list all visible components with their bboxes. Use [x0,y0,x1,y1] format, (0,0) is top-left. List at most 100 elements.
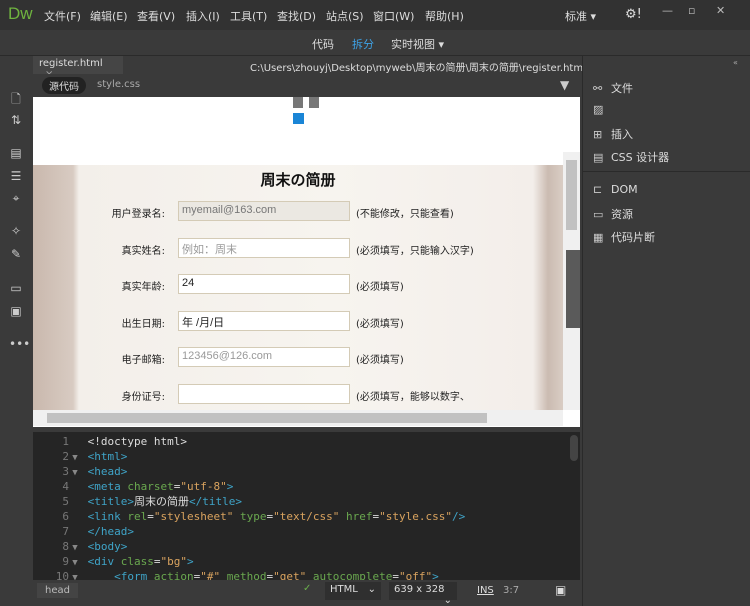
code-line[interactable]: 4 <meta charset="utf-8"> [33,479,580,494]
code-token: <meta [87,480,128,493]
view-split-button[interactable]: 拆分 [352,36,374,52]
live-view-label: 实时视图 [391,38,435,51]
maximize-icon[interactable]: ▫ [688,4,695,17]
check-icon: ✓ [303,583,312,594]
brush-icon[interactable]: ✎ [9,247,23,261]
tag-selector[interactable]: head [37,583,78,598]
style-css-button[interactable]: style.css [97,79,140,90]
menu-item[interactable]: 窗口(W) [373,8,414,24]
code-token: "get" [273,570,307,580]
code-editor[interactable]: 1 <!doctype html> 2 ▼ <html> 3 ▼ <head> 4 <me… [33,432,580,580]
image-icon: ▨ [593,103,604,116]
code-line[interactable]: 1 <!doctype html> [33,434,580,449]
panel-label: CSS 设计器 [611,151,670,164]
comment-icon[interactable]: ▭ [9,281,23,295]
preview-icon[interactable]: ▣ [555,583,566,597]
code-token: <html> [87,450,128,463]
form-input[interactable]: 年 /月/日 [178,310,350,331]
resize-handle[interactable] [293,97,303,108]
snippet-icon: ▦ [593,231,604,244]
code-token: > [432,570,439,580]
more-icon[interactable]: ••• [9,337,30,351]
code-line[interactable]: 3 ▼ <head> [33,464,580,479]
selection-marker [293,113,304,124]
scroll-thumb[interactable] [47,413,487,423]
code-line[interactable]: 8 ▼ <body> [33,539,580,554]
scroll-thumb[interactable] [566,160,577,230]
line-number: 7 [62,525,69,538]
menu-item[interactable]: 编辑(E) [90,8,128,24]
menu-item[interactable]: 查看(V) [137,8,175,24]
source-code-button[interactable]: 源代码 [42,77,86,94]
form-input[interactable]: 123456@126.com [178,347,350,367]
menu-item[interactable]: 站点(S) [326,8,364,24]
indent-icon[interactable]: ☰ [9,169,23,183]
view-live-button[interactable]: 实时视图 ▾ [391,36,444,52]
sort-icon[interactable]: ⇅ [9,113,23,127]
close-icon[interactable]: ✕ [716,4,725,17]
menu-item[interactable]: 工具(T) [230,8,267,24]
panel-label: DOM [611,183,638,196]
settings-doc-icon[interactable]: ▣ [9,304,23,318]
view-code-button[interactable]: 代码 [312,36,334,52]
file-icon[interactable]: 🗋 [9,90,23,106]
panel-files[interactable]: ⚯ 文件 [593,80,633,96]
code-token: <div [87,555,121,568]
workspace-switcher[interactable]: 标准 ▾ [565,8,596,24]
inspect-icon[interactable]: ▤ [9,146,23,160]
form-input[interactable]: 24 [178,274,350,294]
code-line[interactable]: 6 <link rel="stylesheet" type="text/css"… [33,509,580,524]
size-select[interactable]: 639 x 328 ⌄ [389,582,457,606]
wand-icon[interactable]: ✧ [9,224,23,238]
gear-icon[interactable]: ⚙! [625,7,642,22]
menu-item[interactable]: 查找(D) [277,8,316,24]
split-scrollbar[interactable] [566,250,580,328]
language-select[interactable]: HTML ⌄ [325,582,381,600]
menu-item[interactable]: 插入(I) [186,8,220,24]
code-token: </head> [87,525,134,538]
form-input[interactable]: myemail@163.com [178,201,350,221]
code-line[interactable]: 10 ▼ <form action="#" method="get" autoco… [33,569,580,580]
horizontal-scrollbar[interactable] [33,410,563,426]
code-token: "style.css" [379,510,452,523]
code-line[interactable]: 2 ▼ <html> [33,449,580,464]
panel-assets[interactable]: ▭ 资源 [593,206,633,222]
insert-mode[interactable]: INS [477,585,494,596]
code-scroll-thumb[interactable] [570,435,578,461]
field-hint: (不能修改，只能查看) [356,209,454,220]
left-toolbar: 🗋 ⇅ ▤ ☰ ⌖ ✧ ✎ ▭ ▣ ••• [0,56,33,606]
form-input[interactable]: 例如：周末 [178,237,350,258]
panel-snippets[interactable]: ▦ 代码片断 [593,229,655,245]
code-line[interactable]: 7 </head> [33,524,580,539]
filter-icon[interactable]: ▼ [560,78,569,92]
fold-arrow-icon[interactable]: ▼ [69,571,81,580]
field-label: 出生日期: [121,318,165,330]
panel-image[interactable]: ▨ [593,103,611,116]
dreamweaver-logo: Dw [8,4,33,23]
document-tab[interactable]: register.html × [33,56,123,80]
panel-css-designer[interactable]: ▤ CSS 设计器 [593,149,669,165]
code-token: rel [127,510,148,523]
panel-insert[interactable]: ⊞ 插入 [593,126,633,142]
form-input[interactable] [178,383,350,404]
field-hint: (必须填写) [356,355,404,366]
right-panel: « ⚯ 文件 ▨ ⊞ 插入 ▤ CSS 设计器 ⊏ DOM ▭ 资源 ▦ 代码片断 [582,56,750,606]
panel-label: 资源 [611,208,633,221]
design-view: 周末の简册 用户登录名: myemail@163.com (不能修改，只能查看)… [33,97,580,427]
panel-dom[interactable]: ⊏ DOM [593,183,638,196]
target-icon[interactable]: ⌖ [9,191,23,205]
divider [583,171,750,172]
code-token: autocomplete [306,570,393,580]
line-number: 1 [62,435,69,448]
resize-handle[interactable] [309,97,319,108]
code-token: <body> [87,540,128,553]
menu-item[interactable]: 文件(F) [44,8,81,24]
collapse-icon[interactable]: « [733,58,738,67]
code-token: action [153,570,194,580]
code-line[interactable]: 9 ▼ <div class="bg"> [33,554,580,569]
code-line[interactable]: 5 <title>周末の简册</title> [33,494,580,509]
title-bar: Dw 文件(F) 编辑(E) 查看(V) 插入(I) 工具(T) 查找(D) 站点(S) 窗口… [0,0,750,30]
minimize-icon[interactable]: — [662,4,673,17]
menu-item[interactable]: 帮助(H) [425,8,464,24]
